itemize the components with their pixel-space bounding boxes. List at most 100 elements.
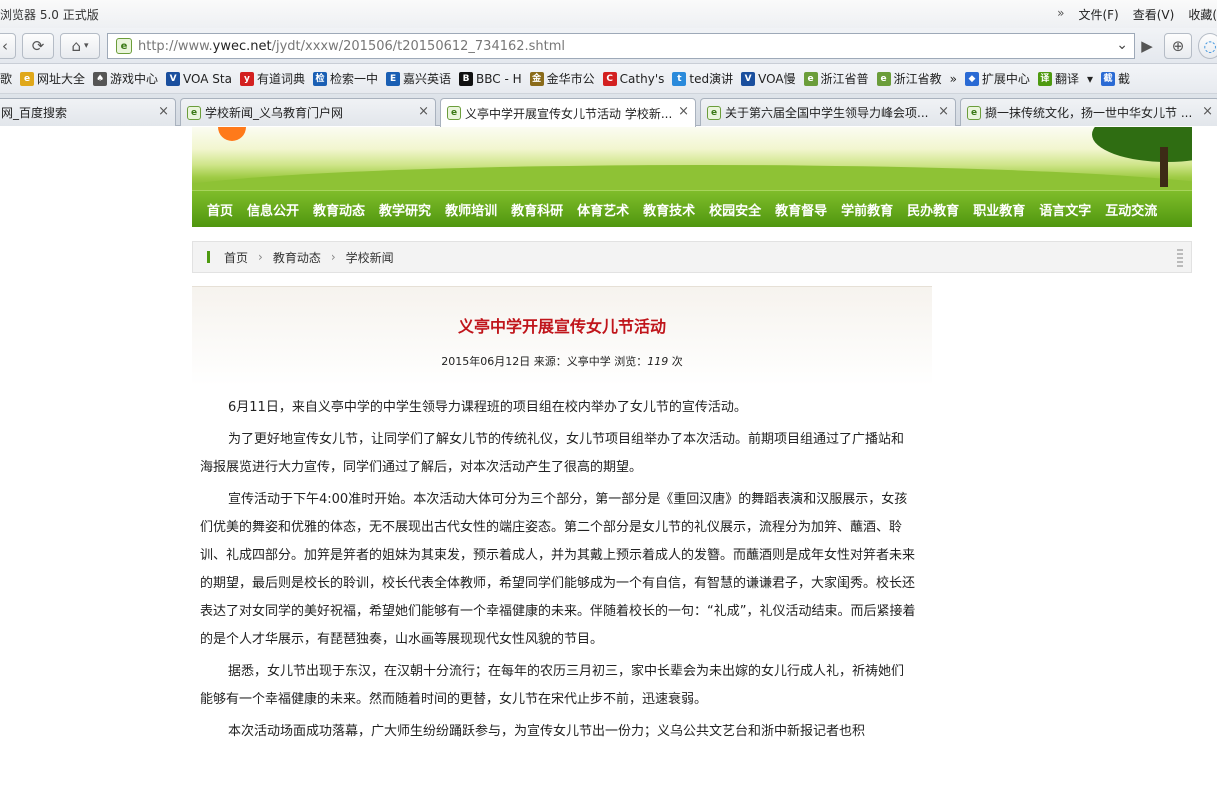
- site-nav-item[interactable]: 信息公开: [247, 200, 299, 219]
- bookmark-favicon-icon: B: [459, 71, 474, 86]
- bookmark-item[interactable]: 译翻译: [1037, 70, 1079, 87]
- browser-title-bar: 浏览器 5.0 正式版 » 文件(F) 查看(V) 收藏(: [0, 0, 1217, 28]
- bookmark-item[interactable]: e 浙江省教: [876, 70, 942, 87]
- bookmark-item[interactable]: e 网址大全: [20, 70, 85, 87]
- bookmark-favicon-icon: e: [20, 71, 35, 86]
- bookmark-label: ted演讲: [689, 72, 734, 86]
- article-title: 义亭中学开展宣传女儿节活动: [457, 317, 666, 336]
- browser-logo-button[interactable]: ◌: [1198, 33, 1217, 59]
- bookmark-item[interactable]: B BBC - H: [459, 71, 522, 86]
- banner-tree: [1092, 127, 1192, 162]
- bookmark-favicon-icon: E: [386, 71, 401, 86]
- bookmark-item[interactable]: V VOA慢: [741, 70, 796, 87]
- site-nav-item[interactable]: 教育技术: [643, 200, 695, 219]
- tab-close-icon[interactable]: ×: [158, 104, 169, 119]
- go-button[interactable]: ▶: [1136, 33, 1158, 59]
- site-nav-item[interactable]: 职业教育: [973, 200, 1025, 219]
- browser-tab[interactable]: e 关于第六届全国中学生领导力峰会项... ×: [700, 98, 956, 126]
- page-favicon-icon: e: [116, 38, 132, 54]
- article-date: 2015年06月12日: [441, 355, 531, 368]
- refresh-icon: ⟳: [31, 37, 45, 55]
- browser-tab[interactable]: e 撷一抹传统文化，扬一世中华女儿节 ... ×: [960, 98, 1217, 126]
- bookmark-item[interactable]: t ted演讲: [672, 70, 733, 87]
- home-icon: ⌂: [71, 37, 81, 55]
- bookmark-item[interactable]: 截截: [1100, 70, 1130, 87]
- browser-tab[interactable]: 网_百度搜索 ×: [0, 98, 176, 126]
- menu-view[interactable]: 查看(V): [1133, 6, 1175, 23]
- menu-more-icon[interactable]: »: [1057, 6, 1064, 23]
- bookmark-favicon-icon: y: [239, 71, 254, 86]
- bookmark-item[interactable]: ♠ 游戏中心: [93, 70, 158, 87]
- home-dropdown-icon[interactable]: ▾: [84, 41, 89, 51]
- site-nav-item[interactable]: 首页: [207, 200, 233, 219]
- breadcrumb-education-news[interactable]: 教育动态: [273, 249, 321, 266]
- site-nav-item[interactable]: 民办教育: [907, 200, 959, 219]
- breadcrumb-separator-icon: ›: [330, 250, 336, 264]
- url-text[interactable]: http://www.ywec.net/jydt/xxxw/201506/t20…: [138, 39, 565, 54]
- tab-close-icon[interactable]: ×: [418, 104, 429, 119]
- bookmark-favicon-icon: ◆: [964, 71, 979, 86]
- tab-close-icon[interactable]: ×: [938, 104, 949, 119]
- article-views-label: 浏览：: [614, 355, 648, 368]
- bookmark-item[interactable]: 歌: [0, 70, 12, 87]
- bookmark-label: 有道词典: [256, 72, 305, 86]
- home-button[interactable]: ⌂ ▾: [60, 33, 100, 59]
- bookmark-item[interactable]: y 有道词典: [239, 70, 305, 87]
- bookmark-label: »: [949, 71, 957, 86]
- url-dropdown-icon[interactable]: ⌄: [1116, 37, 1128, 53]
- bookmark-label: ▾: [1086, 71, 1093, 86]
- site-nav-item[interactable]: 教学研究: [379, 200, 431, 219]
- bookmark-item[interactable]: »: [950, 72, 957, 86]
- menu-favorites[interactable]: 收藏(: [1188, 6, 1217, 23]
- tab-favicon-icon: e: [967, 105, 981, 120]
- breadcrumb-school-news[interactable]: 学校新闻: [346, 249, 394, 266]
- site-nav-item[interactable]: 语言文字: [1039, 200, 1091, 219]
- breadcrumb: 首页 › 教育动态 › 学校新闻: [192, 241, 1192, 273]
- refresh-button[interactable]: ⟳: [22, 33, 54, 59]
- tab-close-icon[interactable]: ×: [1202, 104, 1213, 119]
- article-views-count: 119: [647, 355, 669, 368]
- site-nav-item[interactable]: 互动交流: [1105, 200, 1157, 219]
- browser-tab[interactable]: e 义亭中学开展宣传女儿节活动 学校新... ×: [440, 98, 696, 127]
- bookmark-favicon-icon: 译: [1037, 71, 1052, 86]
- bookmark-label: 浙江省教: [893, 72, 942, 86]
- site-nav-item[interactable]: 体育艺术: [577, 200, 629, 219]
- bookmark-item[interactable]: e 浙江省普: [803, 70, 869, 87]
- site-nav-item[interactable]: 校园安全: [709, 200, 761, 219]
- bookmark-favicon-icon: 金: [529, 71, 544, 86]
- play-arrow-icon: ▶: [1141, 37, 1153, 55]
- bookmark-label: 歌: [0, 72, 13, 86]
- bookmark-item[interactable]: E 嘉兴英语: [386, 70, 451, 87]
- tab-close-icon[interactable]: ×: [678, 104, 689, 119]
- site-nav-item[interactable]: 学前教育: [841, 200, 893, 219]
- bookmark-item[interactable]: 金金华市公: [529, 70, 595, 87]
- site-nav-item[interactable]: 教育督导: [775, 200, 827, 219]
- article-paragraph: 为了更好地宣传女儿节，让同学们了解女儿节的传统礼仪，女儿节项目组举办了本次活动。…: [200, 432, 905, 475]
- breadcrumb-home[interactable]: 首页: [224, 249, 248, 266]
- browser-tab[interactable]: e 学校新闻_义乌教育门户网 ×: [180, 98, 436, 126]
- bookmark-label: 游戏中心: [110, 72, 159, 86]
- address-bar[interactable]: e http://www.ywec.net/jydt/xxxw/201506/t…: [107, 33, 1135, 59]
- site-nav-item[interactable]: 教育科研: [511, 200, 563, 219]
- bookmark-item[interactable]: ◆ 扩展中心: [964, 70, 1030, 87]
- bookmark-label: Cathy's: [619, 71, 665, 86]
- bookmark-label: 检索一中: [330, 72, 379, 86]
- shield-button[interactable]: ⊕: [1164, 33, 1192, 59]
- bookmark-label: 翻译: [1054, 72, 1079, 86]
- bookmark-favicon-icon: e: [803, 71, 818, 86]
- article-source: 来源：义亭中学: [533, 355, 611, 368]
- bookmark-favicon-icon: V: [741, 71, 756, 86]
- site-nav-item[interactable]: 教师培训: [445, 200, 497, 219]
- article-paragraph: 6月11日，来自义亭中学的中学生领导力课程班的项目组在校内举办了女儿节的宣传活动…: [228, 400, 747, 415]
- site-nav-item[interactable]: 教育动态: [313, 200, 365, 219]
- menu-file[interactable]: 文件(F): [1078, 6, 1118, 23]
- tab-title: 义亭中学开展宣传女儿节活动 学校新...: [465, 106, 673, 121]
- bookmark-item[interactable]: 检检索一中: [313, 70, 378, 87]
- bookmark-item[interactable]: C Cathy's: [602, 71, 665, 86]
- article-views-unit: 次: [671, 355, 683, 368]
- tab-favicon-icon: e: [187, 105, 201, 120]
- bookmark-item[interactable]: ▾: [1087, 72, 1093, 86]
- back-button[interactable]: ‹: [0, 33, 16, 59]
- bookmark-item[interactable]: V VOA Sta: [166, 71, 232, 86]
- site-nav-menu: 首页 信息公开 教育动态 教学研究 教师培训 教育科研 体育艺术 教育技术 校园安全 教育督导 学前…: [192, 190, 1192, 227]
